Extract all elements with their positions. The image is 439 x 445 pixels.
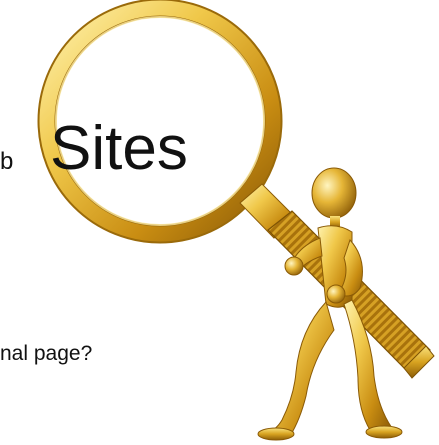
scene: b Sites nal page? [0, 0, 439, 445]
gold-figure-illustration [37, 0, 435, 441]
partial-text: b [0, 148, 14, 175]
magnified-word: Sites [50, 114, 188, 183]
bottom-text: nal page? [0, 342, 93, 365]
magnifier [37, 0, 435, 379]
